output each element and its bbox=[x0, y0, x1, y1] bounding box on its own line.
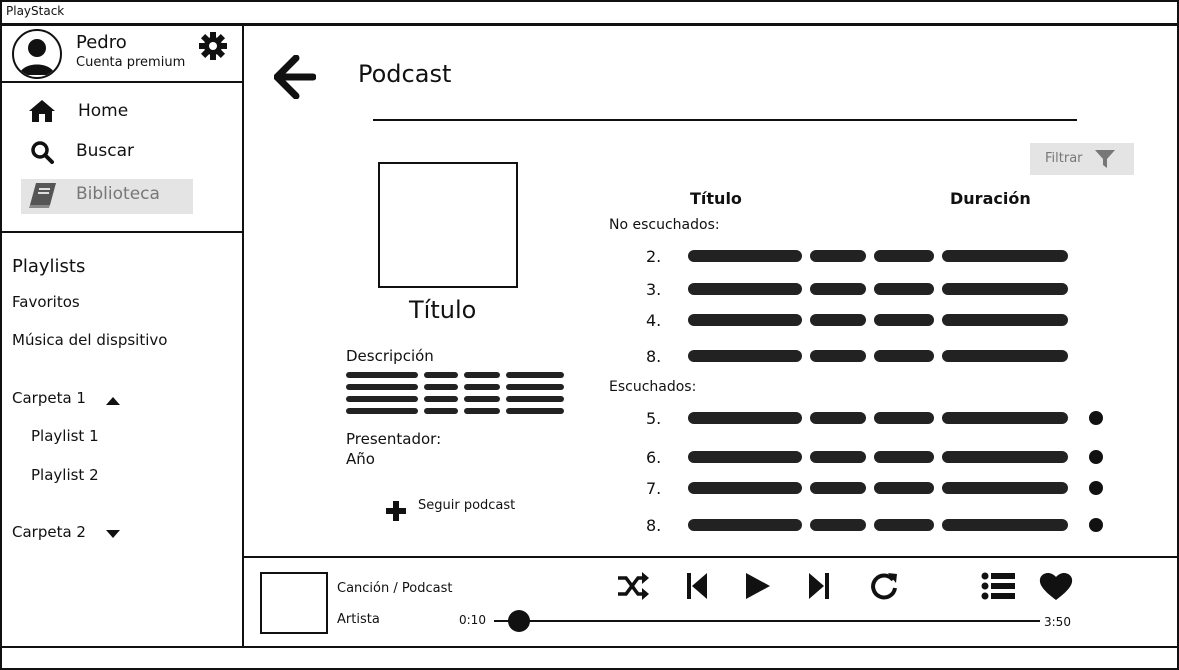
time-total: 3:50 bbox=[1044, 615, 1071, 629]
play-icon[interactable] bbox=[745, 572, 771, 600]
follow-podcast-button[interactable]: Seguir podcast bbox=[418, 498, 515, 513]
episode-row[interactable] bbox=[688, 249, 1070, 263]
back-arrow-icon[interactable] bbox=[274, 55, 316, 99]
app-title: PlayStack bbox=[6, 4, 65, 18]
episode-number: 3. bbox=[646, 280, 662, 299]
listened-indicator bbox=[1089, 411, 1103, 425]
episode-number: 8. bbox=[646, 516, 662, 535]
seek-bar[interactable] bbox=[494, 620, 1040, 622]
plus-icon[interactable] bbox=[385, 500, 407, 522]
sidebar-item-playlist-1[interactable]: Playlist 1 bbox=[31, 427, 99, 445]
queue-list-icon[interactable] bbox=[981, 572, 1015, 600]
episode-number: 8. bbox=[646, 347, 662, 366]
title-divider bbox=[373, 119, 1077, 121]
listened-indicator bbox=[1089, 450, 1103, 464]
nav-search[interactable]: Buscar bbox=[76, 141, 134, 161]
listened-indicator bbox=[1089, 518, 1103, 532]
time-current: 0:10 bbox=[459, 613, 486, 627]
episode-row[interactable] bbox=[688, 518, 1070, 532]
shuffle-icon[interactable] bbox=[616, 571, 650, 601]
episode-row[interactable] bbox=[688, 282, 1070, 296]
heard-section-label: Escuchados: bbox=[609, 379, 697, 395]
folder-carpeta-2[interactable]: Carpeta 2 bbox=[12, 523, 86, 541]
listened-indicator bbox=[1089, 481, 1103, 495]
book-icon[interactable] bbox=[28, 181, 58, 209]
title-bar bbox=[0, 0, 1179, 25]
episode-number: 4. bbox=[646, 311, 662, 330]
heart-icon[interactable] bbox=[1039, 571, 1073, 601]
episode-number: 6. bbox=[646, 448, 662, 467]
caret-up-icon[interactable] bbox=[106, 397, 120, 405]
sidebar-item-favoritos[interactable]: Favoritos bbox=[12, 293, 80, 311]
podcast-title: Título bbox=[409, 296, 477, 324]
now-playing-title: Canción / Podcast bbox=[337, 581, 453, 596]
filter-label: Filtrar bbox=[1045, 151, 1083, 166]
repeat-icon[interactable] bbox=[869, 571, 899, 601]
caret-down-icon[interactable] bbox=[106, 530, 120, 538]
episode-row[interactable] bbox=[688, 313, 1070, 327]
year-label: Año bbox=[346, 450, 375, 468]
playlists-heading: Playlists bbox=[12, 256, 86, 277]
podcast-cover bbox=[378, 162, 518, 288]
column-duration: Duración bbox=[950, 189, 1031, 208]
skip-previous-icon[interactable] bbox=[686, 572, 708, 600]
filter-icon bbox=[1095, 150, 1115, 168]
status-bar bbox=[0, 646, 1179, 670]
description-label: Descripción bbox=[346, 347, 434, 365]
column-title: Título bbox=[690, 189, 742, 208]
now-playing-artist: Artista bbox=[337, 612, 380, 627]
sidebar-divider bbox=[2, 231, 242, 233]
user-plan: Cuenta premium bbox=[76, 55, 186, 70]
episode-number: 2. bbox=[646, 247, 662, 266]
episode-row[interactable] bbox=[688, 411, 1070, 425]
sidebar-item-musica[interactable]: Música del dispsitivo bbox=[12, 331, 167, 349]
unheard-section-label: No escuchados: bbox=[609, 217, 720, 233]
episode-number: 7. bbox=[646, 479, 662, 498]
now-playing-cover bbox=[260, 572, 328, 634]
player-bar bbox=[242, 556, 1179, 648]
gear-icon[interactable] bbox=[198, 31, 228, 61]
description-text-scribble bbox=[346, 372, 564, 414]
episode-row[interactable] bbox=[688, 450, 1070, 464]
search-icon[interactable] bbox=[30, 140, 54, 164]
nav-home[interactable]: Home bbox=[78, 101, 128, 121]
nav-library[interactable]: Biblioteca bbox=[76, 184, 160, 204]
folder-carpeta-1[interactable]: Carpeta 1 bbox=[12, 389, 86, 407]
episode-row[interactable] bbox=[688, 349, 1070, 363]
user-name: Pedro bbox=[76, 32, 127, 53]
user-icon bbox=[19, 39, 55, 75]
sidebar-item-playlist-2[interactable]: Playlist 2 bbox=[31, 466, 99, 484]
episode-number: 5. bbox=[646, 409, 662, 428]
seek-handle[interactable] bbox=[507, 610, 530, 632]
home-icon[interactable] bbox=[28, 99, 56, 123]
avatar[interactable] bbox=[12, 29, 62, 79]
sidebar-divider bbox=[2, 81, 242, 83]
presenter-label: Presentador: bbox=[346, 430, 442, 448]
skip-next-icon[interactable] bbox=[808, 572, 830, 600]
episode-row[interactable] bbox=[688, 481, 1070, 495]
page-title: Podcast bbox=[358, 60, 452, 88]
